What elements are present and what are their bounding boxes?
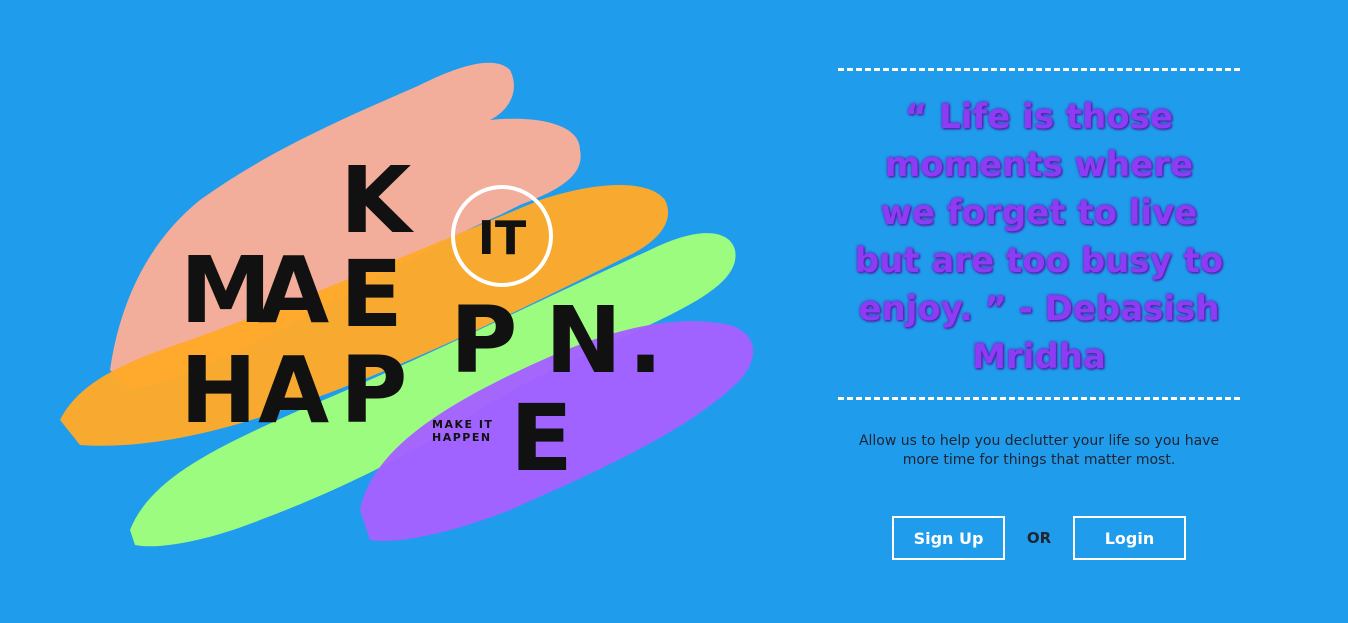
logo-letter-k: K (340, 147, 415, 254)
dashed-divider-top (838, 68, 1240, 71)
logo-letter-n: N (545, 287, 622, 394)
small-logo-line2: HAPPEN (432, 431, 492, 444)
it-circle-text: IT (478, 211, 527, 265)
logo-letter-e-upper: E (340, 241, 403, 348)
quote-panel: “ Life is those moments where we forget … (838, 64, 1240, 560)
logo-letter-p1: P (340, 337, 407, 444)
logo-letter-a2: A (258, 337, 329, 444)
intro-blurb: Allow us to help you declutter your life… (858, 433, 1220, 468)
logo-letter-p2: P (450, 287, 517, 394)
sign-up-button[interactable]: Sign Up (892, 516, 1005, 560)
landing-page: M A K E H A P P E N . IT MAKE IT HAPPEN … (0, 0, 1348, 623)
or-separator: OR (1026, 529, 1052, 547)
brush-strokes-graphic: M A K E H A P P E N . IT MAKE IT HAPPEN (60, 62, 754, 547)
make-it-happen-illustration: M A K E H A P P E N . IT MAKE IT HAPPEN (40, 40, 780, 580)
logo-letter-e-lower: E (510, 385, 573, 492)
dashed-divider-bottom (838, 397, 1240, 400)
login-button[interactable]: Login (1073, 516, 1186, 560)
logo-letter-a: A (258, 237, 329, 344)
quote-text: “ Life is those moments where we forget … (854, 97, 1224, 377)
logo-letter-period: . (628, 287, 663, 394)
logo-letter-h: H (180, 337, 257, 444)
auth-actions: Sign Up OR Login (838, 516, 1240, 560)
small-logo-line1: MAKE IT (432, 418, 493, 431)
